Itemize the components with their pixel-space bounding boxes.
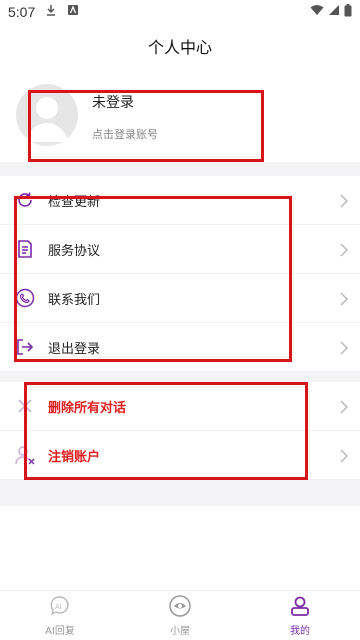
ai-icon: AI	[49, 595, 71, 620]
profile-icon	[289, 595, 311, 620]
check-update-item[interactable]: 检查更新	[0, 176, 360, 225]
profile-card[interactable]: 未登录 点击登录账号	[0, 70, 360, 162]
settings-list: 检查更新 服务协议 联系我们 退出登录	[0, 176, 360, 372]
status-time: 5:07	[8, 4, 36, 20]
phone-icon	[14, 287, 36, 309]
profile-name[interactable]: 未登录	[92, 92, 134, 112]
danger-list: 删除所有对话 注销账户	[0, 382, 360, 480]
service-agreement-item[interactable]: 服务协议	[0, 225, 360, 274]
section-divider	[0, 372, 360, 382]
contact-us-item[interactable]: 联系我们	[0, 274, 360, 323]
logout-icon	[14, 336, 36, 358]
section-divider	[0, 480, 360, 506]
chevron-right-icon	[338, 399, 350, 414]
chevron-right-icon	[338, 448, 350, 463]
service-agreement-label: 服务协议	[48, 243, 101, 259]
bottom-tab-bar: AI AI回复 小屋 我的	[0, 590, 360, 640]
svg-text:AI: AI	[55, 604, 62, 611]
deactivate-account-label: 注销账户	[48, 449, 101, 465]
tab-house[interactable]: 小屋	[120, 591, 240, 640]
house-icon	[168, 594, 192, 620]
app-notification-icon	[67, 4, 79, 20]
tab-mine[interactable]: 我的	[240, 591, 360, 640]
check-update-label: 检查更新	[48, 194, 101, 210]
tab-ai-reply[interactable]: AI AI回复	[0, 591, 120, 640]
logout-item[interactable]: 退出登录	[0, 323, 360, 372]
signal-icon	[328, 4, 340, 20]
chevron-right-icon	[338, 291, 350, 306]
page-title: 个人中心	[147, 38, 212, 57]
profile-login-hint[interactable]: 点击登录账号	[92, 126, 158, 142]
wifi-icon	[310, 4, 324, 20]
delete-all-conversations-label: 删除所有对话	[48, 400, 127, 416]
deactivate-account-item[interactable]: 注销账户	[0, 431, 360, 480]
refresh-icon	[14, 189, 36, 211]
tab-label: 小屋	[170, 625, 190, 637]
delete-all-conversations-item[interactable]: 删除所有对话	[0, 382, 360, 431]
status-bar: 5:07	[0, 0, 360, 24]
chevron-right-icon	[338, 340, 350, 355]
section-divider	[0, 162, 360, 176]
document-icon	[14, 238, 36, 260]
contact-us-label: 联系我们	[48, 292, 101, 308]
logout-label: 退出登录	[48, 341, 101, 357]
tab-label: AI回复	[45, 625, 75, 637]
avatar[interactable]	[16, 84, 78, 146]
tab-label: 我的	[290, 625, 310, 637]
download-icon	[45, 4, 57, 20]
user-remove-icon	[14, 444, 36, 466]
chevron-right-icon	[338, 242, 350, 257]
chevron-right-icon	[338, 193, 350, 208]
close-icon	[14, 395, 36, 417]
battery-icon	[344, 3, 352, 21]
